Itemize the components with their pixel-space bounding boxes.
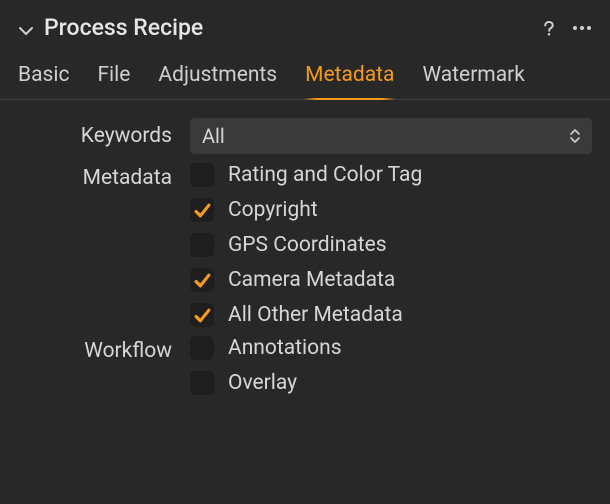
checkbox-label[interactable]: Copyright [228,198,318,222]
metadata-checkbox-list: Rating and Color Tag Copyright GPS Coord… [190,160,592,327]
checkbox-all-other-metadata[interactable] [190,303,214,327]
checkbox-copyright[interactable] [190,198,214,222]
panel-title: Process Recipe [44,14,540,41]
checkbox-label[interactable]: Overlay [228,371,297,395]
tab-basic[interactable]: Basic [18,63,69,99]
checkbox-label[interactable]: Rating and Color Tag [228,163,422,187]
checkbox-overlay[interactable] [190,371,214,395]
checkbox-gps[interactable] [190,233,214,257]
checkbox-label[interactable]: Annotations [228,336,342,360]
checkbox-label[interactable]: All Other Metadata [228,303,403,327]
tab-file[interactable]: File [97,63,130,99]
keywords-label: Keywords [18,118,190,148]
tab-adjustments[interactable]: Adjustments [158,63,277,99]
checkbox-annotations[interactable] [190,336,214,360]
keywords-select-value: All [202,124,225,148]
metadata-label: Metadata [18,160,190,190]
checkbox-label[interactable]: Camera Metadata [228,268,395,292]
up-down-stepper-icon [570,129,580,143]
tab-bar: Basic File Adjustments Metadata Watermar… [0,51,610,100]
tab-watermark[interactable]: Watermark [422,63,524,99]
help-icon[interactable] [540,19,558,37]
workflow-checkbox-list: Annotations Overlay [190,333,592,395]
checkbox-camera-metadata[interactable] [190,268,214,292]
workflow-label: Workflow [18,333,190,363]
more-icon[interactable] [572,25,592,31]
keywords-select[interactable]: All [190,118,592,154]
checkbox-label[interactable]: GPS Coordinates [228,233,387,257]
tab-metadata[interactable]: Metadata [305,63,394,99]
checkbox-rating-color-tag[interactable] [190,163,214,187]
collapse-toggle-icon[interactable] [18,20,34,36]
